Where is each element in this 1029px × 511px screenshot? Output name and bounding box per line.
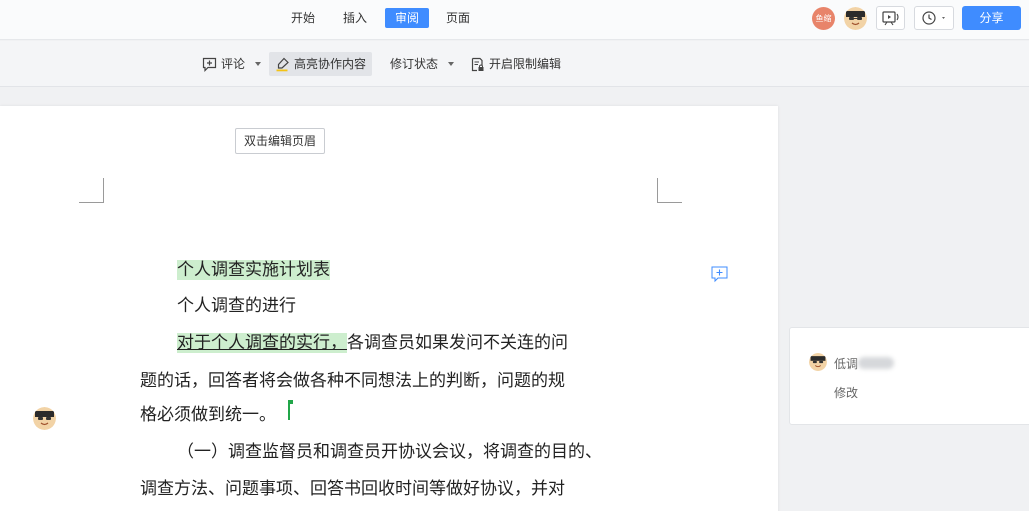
comment-button[interactable]: 评论: [196, 52, 267, 76]
highlighted-text[interactable]: 对于个人调查的实行，: [177, 333, 347, 353]
tab-page[interactable]: 页面: [440, 8, 476, 28]
history-button[interactable]: [914, 6, 954, 30]
doc-paragraph-line-3[interactable]: 格必须做到统一。: [140, 400, 276, 425]
chevron-down-icon: [255, 62, 262, 66]
present-icon: [882, 11, 899, 26]
highlighter-icon: [276, 57, 289, 71]
doc-paragraph-line-2[interactable]: 题的话，回答者将会做各种不同想法上的判断，问题的规: [140, 366, 565, 391]
comment-icon: [202, 57, 217, 72]
chevron-down-icon: [448, 62, 455, 66]
margin-corner-right: [657, 178, 682, 203]
margin-corner-left: [79, 178, 104, 203]
collaborator-cursor: [288, 400, 290, 420]
header-edit-hint[interactable]: 双击编辑页眉: [235, 128, 326, 154]
doc-paragraph-line-4[interactable]: （一）调查监督员和调查员开协议会议，将调查的目的、: [177, 437, 602, 462]
revision-status-dropdown[interactable]: 修订状态: [384, 52, 460, 76]
present-button[interactable]: [876, 6, 905, 30]
tab-start[interactable]: 开始: [285, 8, 321, 28]
clock-icon: [922, 11, 945, 25]
collaborator-avatar[interactable]: [844, 7, 867, 30]
doc-title[interactable]: 个人调查实施计划表: [177, 255, 330, 280]
collaborator-side-avatar[interactable]: [33, 407, 56, 430]
lock-document-icon: [471, 57, 484, 71]
comment-action: 修改: [834, 386, 859, 400]
comment-card[interactable]: 低调 修改: [789, 327, 1029, 425]
share-button[interactable]: 分享: [962, 6, 1021, 30]
comment-author: 低调: [834, 357, 859, 371]
top-menu-bar: 开始 插入 审阅 页面 鱼缩 分享: [0, 0, 1029, 40]
revision-label: 修订状态: [390, 57, 439, 71]
restrict-edit-button[interactable]: 开启限制编辑: [464, 52, 567, 76]
doc-paragraph-line-5[interactable]: 调查方法、问题事项、回答书回收时间等做好协议，并对: [140, 474, 565, 499]
highlight-collab-button[interactable]: 高亮协作内容: [269, 52, 373, 76]
comment-label: 评论: [221, 57, 246, 71]
review-ribbon: 评论 高亮协作内容 修订状态 开启限制编辑: [0, 41, 1029, 87]
comment-author-blurred: [858, 357, 894, 369]
tab-insert[interactable]: 插入: [337, 8, 373, 28]
comment-author-avatar: [809, 353, 827, 371]
add-comment-icon[interactable]: [711, 266, 728, 283]
user-avatar[interactable]: 鱼缩: [812, 7, 835, 30]
tab-review[interactable]: 审阅: [385, 8, 429, 28]
highlight-label: 高亮协作内容: [294, 57, 367, 71]
restrict-label: 开启限制编辑: [489, 57, 562, 71]
doc-paragraph-line-1[interactable]: 对于个人调查的实行，各调查员如果发问不关连的问: [177, 328, 568, 353]
doc-subtitle[interactable]: 个人调查的进行: [177, 291, 296, 316]
document-area: 双击编辑页眉 个人调查实施计划表 个人调查的进行 对于个人调查的实行，各调查员如…: [0, 88, 1029, 511]
